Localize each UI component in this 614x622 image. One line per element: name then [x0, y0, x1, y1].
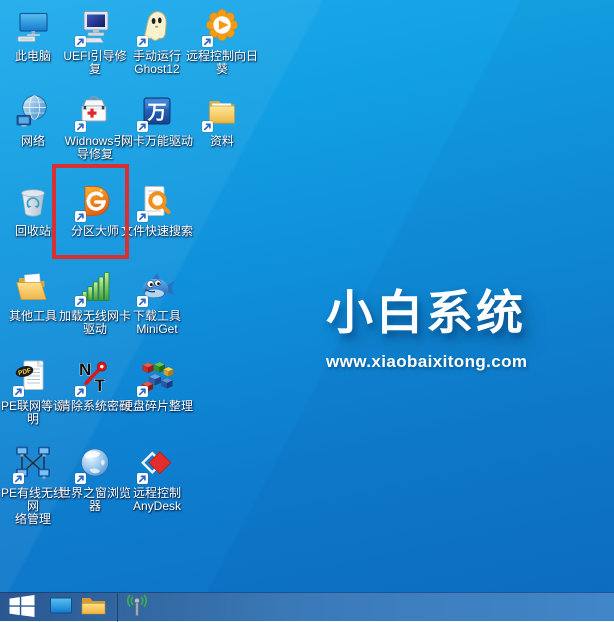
desktop-icon-label: 网卡万能驱动: [121, 135, 193, 148]
brand-url: www.xiaobaixitong.com: [326, 352, 527, 372]
recycle-bin-icon: [14, 183, 52, 221]
shortcut-arrow-icon: [75, 211, 86, 222]
computer-icon: [14, 8, 52, 46]
desktop-icon-label: 下载工具 MiniGet: [133, 310, 181, 336]
shortcut-arrow-icon: [202, 121, 213, 132]
folder-icon: [81, 595, 106, 619]
desktop-icon-label: 硬盘碎片整理: [121, 400, 193, 413]
desktop-icon-label: 其他工具: [9, 310, 57, 323]
shortcut-arrow-icon: [75, 121, 86, 132]
shortcut-arrow-icon: [75, 36, 86, 47]
network-map-icon: [14, 445, 52, 483]
desktop-icon-anydesk-remote[interactable]: 远程控制 AnyDesk: [120, 445, 194, 513]
shortcut-arrow-icon: [75, 473, 86, 484]
shortcut-arrow-icon: [137, 386, 148, 397]
wan-driver-icon: 万: [138, 93, 176, 131]
shortcut-arrow-icon: [13, 473, 24, 484]
desktop-icon-label: 手动运行 Ghost12: [133, 50, 181, 76]
desktop-icon-sunlogin-remote[interactable]: 远程控制向日 葵: [185, 8, 259, 76]
desktop-icon-label: 文件快速搜索: [121, 225, 193, 238]
file-explorer-button[interactable]: [77, 593, 110, 622]
shortcut-arrow-icon: [75, 296, 86, 307]
diskgenius-icon: [76, 183, 114, 221]
desktop-icon-label: 回收站: [15, 225, 51, 238]
svg-text:N: N: [79, 360, 91, 379]
desktop-icon-label: 网络: [21, 135, 45, 148]
shortcut-arrow-icon: [137, 473, 148, 484]
anydesk-diamond-icon: [138, 445, 176, 483]
shortcut-arrow-icon: [137, 121, 148, 132]
ghost-icon: [138, 8, 176, 46]
uefi-computer-icon: [76, 8, 114, 46]
desktop-icon-label: 资料: [210, 135, 234, 148]
desktop-icon-label: Widnows引 导修复: [65, 135, 126, 161]
svg-text:万: 万: [146, 103, 166, 124]
desktop-icon-disk-defrag[interactable]: 硬盘碎片整理: [120, 358, 194, 413]
file-search-icon: [138, 183, 176, 221]
desktop-icon-nic-universal-driver[interactable]: 万网卡万能驱动: [120, 93, 194, 148]
desktop-icon-label: 远程控制向日 葵: [186, 50, 258, 76]
nt-key-icon: NT: [76, 358, 114, 396]
show-desktop-button[interactable]: [44, 593, 77, 622]
wireless-antenna-icon: [124, 594, 150, 621]
shortcut-arrow-icon: [75, 386, 86, 397]
brand-title: 小白系统: [326, 274, 527, 343]
shortcut-arrow-icon: [202, 36, 213, 47]
shortcut-arrow-icon: [137, 296, 148, 307]
toolbox-icon: [76, 93, 114, 131]
desktop-icon-label: 分区大师: [71, 225, 119, 238]
windows-logo-icon: [9, 595, 35, 620]
signal-bars-icon: [76, 268, 114, 306]
taskbar: [0, 592, 614, 621]
network-globe-icon: [14, 93, 52, 131]
start-button[interactable]: [0, 593, 44, 622]
fish-icon: [138, 268, 176, 306]
brand-watermark: 小白系统 www.xiaobaixitong.com: [326, 274, 527, 372]
shortcut-arrow-icon: [137, 36, 148, 47]
desktop: 小白系统 www.xiaobaixitong.com 此电脑UEFI引导修复手动…: [0, 0, 614, 621]
shortcut-arrow-icon: [137, 211, 148, 222]
wireless-network-button[interactable]: [118, 593, 156, 622]
pdf-doc-icon: PDF: [14, 358, 52, 396]
desktop-icon-miniget-download[interactable]: 下载工具 MiniGet: [120, 268, 194, 336]
desktop-icon-file-quick-search[interactable]: 文件快速搜索: [120, 183, 194, 238]
world-globe-icon: [76, 445, 114, 483]
desktop-icon-run-ghost12[interactable]: 手动运行 Ghost12: [120, 8, 194, 76]
cubes-icon: [138, 358, 176, 396]
shortcut-arrow-icon: [13, 386, 24, 397]
desktop-icon-data-folder[interactable]: 资料: [185, 93, 259, 148]
sunflower-icon: [203, 8, 241, 46]
svg-text:T: T: [95, 376, 106, 395]
open-folder-icon: [14, 268, 52, 306]
desktop-icon-label: 远程控制 AnyDesk: [133, 487, 181, 513]
desktop-icon: [49, 596, 73, 619]
folder-icon: [203, 93, 241, 131]
desktop-icon-label: 此电脑: [15, 50, 51, 63]
